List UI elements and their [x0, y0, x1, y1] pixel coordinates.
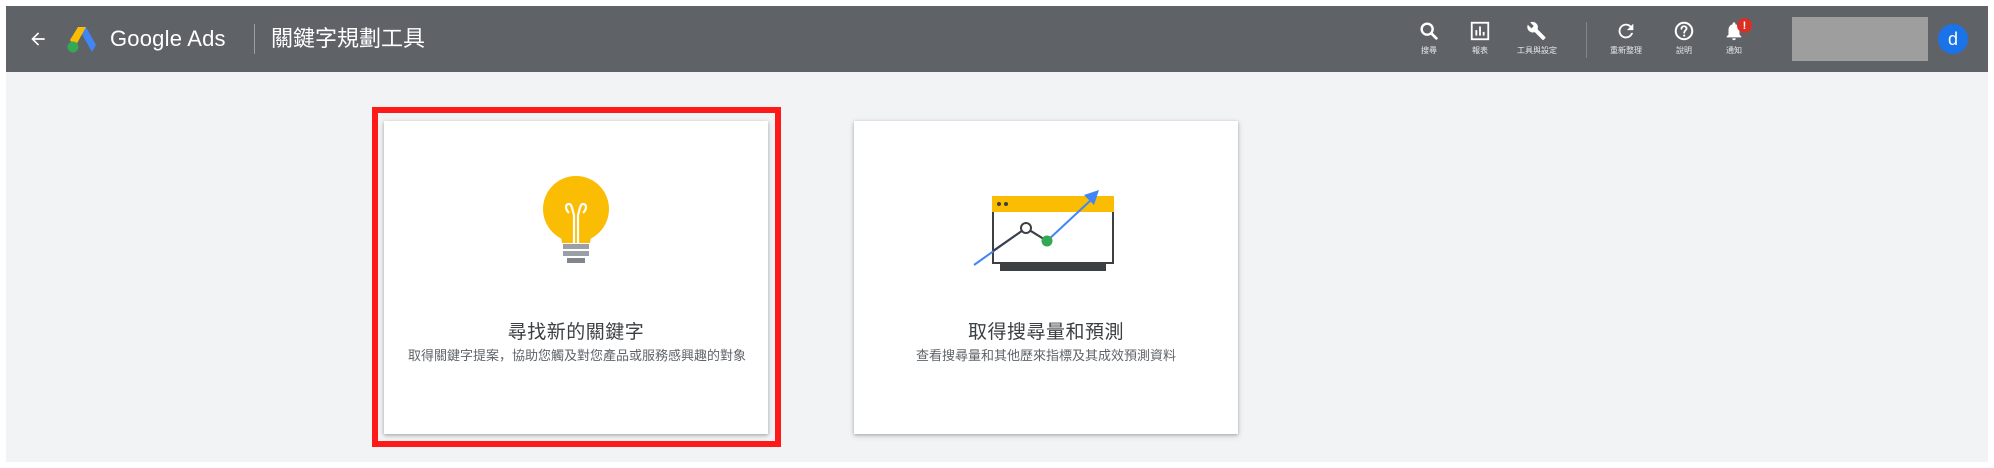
refresh-icon	[1618, 23, 1634, 39]
google-ads-logo-icon[interactable]	[66, 24, 98, 54]
help-button[interactable]: 說明	[1659, 16, 1709, 64]
card-description: 查看搜尋量和其他歷來指標及其成效預測資料	[915, 348, 1176, 363]
title-divider	[254, 24, 255, 54]
notification-badge: !	[1737, 18, 1752, 33]
back-button[interactable]	[22, 23, 54, 55]
wrench-icon	[1527, 21, 1546, 41]
search-label: 搜尋	[1421, 46, 1437, 55]
tools-settings-button[interactable]: 工具與設定	[1512, 16, 1562, 64]
search-icon	[1420, 22, 1438, 40]
card-title: 尋找新的關鍵字	[507, 322, 645, 343]
forecast-card[interactable]: 取得搜尋量和預測 查看搜尋量和其他歷來指標及其成效預測資料	[854, 121, 1238, 434]
reports-label: 報表	[1472, 46, 1488, 55]
search-button[interactable]: 搜尋	[1404, 16, 1454, 64]
page-title: 關鍵字規劃工具	[271, 26, 426, 51]
product-name: Google Ads	[110, 26, 226, 51]
help-label: 說明	[1676, 46, 1692, 55]
top-app-bar: Google Ads 關鍵字規劃工具 搜尋 報表 工具與設定 重新整理 說明 通…	[6, 6, 1988, 72]
lightbulb-icon	[543, 176, 609, 263]
tools-settings-label: 工具與設定	[1517, 46, 1557, 55]
card-description: 取得關鍵字提案，協助您觸及對您產品或服務感興趣的對象	[408, 348, 747, 363]
trend-chart-icon	[973, 190, 1114, 271]
refresh-button[interactable]: 重新整理	[1601, 16, 1651, 64]
reports-icon	[1470, 21, 1490, 41]
reports-button[interactable]: 報表	[1455, 16, 1505, 64]
refresh-label: 重新整理	[1610, 46, 1642, 55]
notifications-label: 通知	[1726, 46, 1742, 55]
card-title: 取得搜尋量和預測	[967, 322, 1124, 343]
arrow-back-icon	[31, 32, 45, 46]
toolbar-separator	[1586, 22, 1587, 58]
avatar[interactable]: d	[1938, 24, 1968, 54]
app-frame: Google Ads 關鍵字規劃工具 搜尋 報表 工具與設定 重新整理 說明 通…	[6, 6, 1988, 462]
discover-keywords-card[interactable]: 尋找新的關鍵字 取得關鍵字提案，協助您觸及對您產品或服務感興趣的對象	[384, 121, 768, 434]
notifications-button[interactable]: 通知 !	[1709, 16, 1759, 64]
account-info[interactable]	[1792, 17, 1928, 61]
help-icon	[1674, 21, 1694, 41]
